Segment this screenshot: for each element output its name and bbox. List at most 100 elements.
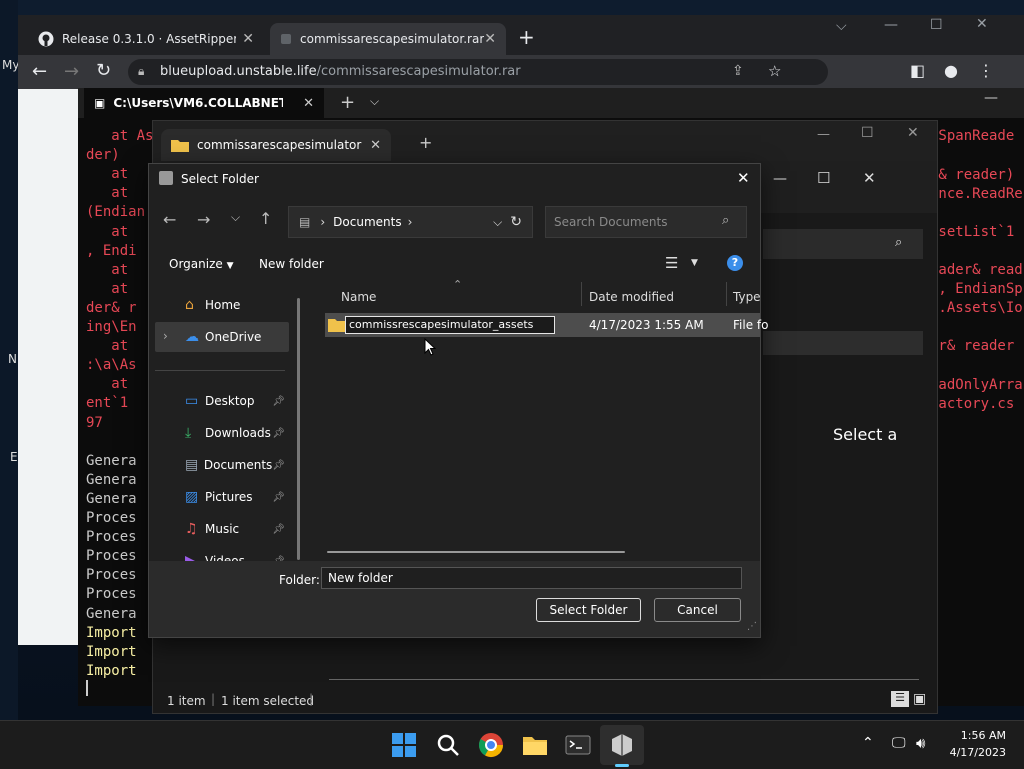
minimize-icon[interactable]: — <box>884 17 898 33</box>
close-icon[interactable]: ✕ <box>976 16 988 32</box>
chevron-up-icon[interactable]: ⌃ <box>862 735 874 751</box>
chevron-down-icon[interactable]: ⌵ <box>370 94 379 109</box>
nav-item-label: Music <box>205 522 240 536</box>
maximize-icon[interactable]: ☐ <box>861 125 874 141</box>
close-icon[interactable]: ✕ <box>737 169 750 187</box>
profile-icon[interactable]: ● <box>944 61 958 80</box>
new-tab-icon[interactable]: + <box>340 92 355 113</box>
star-icon[interactable]: ☆ <box>768 62 781 80</box>
maximize-icon[interactable]: ☐ <box>817 169 830 187</box>
column-divider[interactable] <box>726 282 727 306</box>
chevron-down-icon[interactable]: ⌵ <box>231 210 240 225</box>
nav-item-documents[interactable]: ▤ Documents 📌︎ <box>155 450 289 480</box>
terminal-line: r.Assets\Io <box>930 300 1023 316</box>
windows-start-icon[interactable] <box>390 731 418 759</box>
nav-item-label: Home <box>205 298 241 312</box>
search-input[interactable]: Search Documents ⌕ <box>545 206 747 238</box>
refresh-icon[interactable]: ↻ <box>510 214 522 230</box>
browser-tab-github[interactable]: Release 0.3.1.0 · AssetRipper/AssetRippe… <box>28 23 264 55</box>
rename-input[interactable]: commissrescapesimulator_assets <box>345 316 555 334</box>
file-explorer-icon[interactable] <box>521 731 549 759</box>
terminal-line: at As <box>86 128 154 144</box>
folder-input[interactable]: New folder <box>321 567 742 589</box>
mouse-cursor-icon <box>424 338 436 356</box>
new-folder-button[interactable]: New folder <box>259 257 324 271</box>
close-icon[interactable]: ✕ <box>484 31 496 47</box>
address-breadcrumb[interactable]: ▤ › Documents › ⌵ ↻ <box>288 206 533 238</box>
close-icon[interactable]: ✕ <box>907 125 919 141</box>
column-divider[interactable] <box>581 282 582 306</box>
chevron-down-icon[interactable]: ▼ <box>691 258 698 268</box>
view-options-icon[interactable]: ☰ <box>665 254 678 272</box>
breadcrumb-documents[interactable]: Documents <box>333 215 401 229</box>
forward-icon[interactable]: → <box>197 210 210 229</box>
nav-item-label: Pictures <box>205 490 253 504</box>
tiles-view-icon[interactable]: ▣ <box>913 691 926 707</box>
table-row[interactable]: commissrescapesimulator_assets 4/17/2023… <box>325 313 768 337</box>
column-name[interactable]: Name <box>341 290 376 304</box>
new-tab-icon[interactable]: + <box>518 25 535 49</box>
close-icon[interactable]: ✕ <box>303 96 314 111</box>
horizontal-scrollbar[interactable] <box>327 551 625 553</box>
share-icon[interactable]: ⇪ <box>732 63 744 79</box>
explorer-tab[interactable]: commissarescapesimulator ✕ <box>161 129 391 161</box>
reload-icon[interactable]: ↻ <box>96 60 111 81</box>
pictures-icon: ▨ <box>185 489 199 505</box>
column-date[interactable]: Date modified <box>589 290 674 304</box>
dialog-navbar: ← → ⌵ ↑ ▤ › Documents › ⌵ ↻ Search Docum… <box>149 202 760 242</box>
select-folder-button[interactable]: Select Folder <box>536 598 641 622</box>
back-icon[interactable]: ← <box>163 210 176 229</box>
nav-scrollbar[interactable] <box>297 298 300 560</box>
close-icon[interactable]: ✕ <box>863 169 876 187</box>
desktop-icon: ▭ <box>185 393 199 409</box>
explorer-scrollbar[interactable] <box>329 679 919 680</box>
sidepanel-icon[interactable]: ◧ <box>910 61 925 80</box>
search-icon[interactable] <box>434 731 462 759</box>
cancel-button[interactable]: Cancel <box>654 598 741 622</box>
resize-grip-icon[interactable]: ⋰ <box>747 621 757 632</box>
minimize-icon[interactable]: — <box>817 127 830 142</box>
terminal-tab[interactable]: ▣ C:\Users\VM6.COLLABNET\Documents ✕ <box>84 88 324 118</box>
terminal-line: ence.ReadRe <box>930 186 1023 202</box>
new-tab-icon[interactable]: + <box>419 133 432 152</box>
clock-time[interactable]: 1:56 AM <box>944 729 1006 742</box>
up-icon[interactable]: ↑ <box>259 209 272 228</box>
nav-item-onedrive[interactable]: › ☁ OneDrive <box>155 322 289 352</box>
documents-icon: ▤ <box>185 457 199 473</box>
volume-icon[interactable]: 🔊︎ <box>916 734 925 752</box>
maximize-icon[interactable]: ☐ <box>930 17 943 33</box>
help-icon[interactable]: ? <box>727 255 743 271</box>
details-view-icon[interactable]: ☰ <box>891 691 909 707</box>
organize-button[interactable]: Organize ▼ <box>169 257 234 271</box>
assetripper-icon[interactable] <box>608 731 636 759</box>
terminal-line: Proces <box>86 510 137 526</box>
terminal-icon[interactable] <box>564 731 592 759</box>
menu-icon[interactable]: ⋮ <box>978 61 994 80</box>
minimize-icon[interactable]: — <box>773 171 787 187</box>
nav-item-downloads[interactable]: ⤓ Downloads 📌︎ <box>155 418 289 448</box>
search-icon: ⌕ <box>722 213 730 228</box>
forward-icon[interactable]: → <box>64 61 79 82</box>
chevron-right-icon[interactable]: › <box>408 215 413 229</box>
nav-item-home[interactable]: ⌂ Home <box>155 290 289 320</box>
minimize-icon[interactable]: — <box>984 90 998 106</box>
close-icon[interactable]: ✕ <box>370 138 381 153</box>
network-icon[interactable]: 🖵︎ <box>892 735 906 751</box>
clock-date[interactable]: 4/17/2023 <box>944 746 1006 759</box>
nav-item-pictures[interactable]: ▨ Pictures 📌︎ <box>155 482 289 512</box>
back-icon[interactable]: ← <box>32 61 47 82</box>
desktop-label: My <box>2 58 20 72</box>
address-bar[interactable]: 🔒︎ blueupload.unstable.life/commissaresc… <box>128 59 828 85</box>
chevron-down-icon[interactable]: ⌵ <box>493 215 502 230</box>
nav-item-music[interactable]: ♫ Music 📌︎ <box>155 514 289 544</box>
browser-tab-rar[interactable]: commissarescapesimulator.rar ✕ <box>270 23 506 55</box>
chrome-icon[interactable] <box>477 731 505 759</box>
close-icon[interactable]: ✕ <box>242 31 254 47</box>
tab-title: commissarescapesimulator <box>197 138 362 152</box>
lock-icon: 🔒︎ <box>138 64 145 78</box>
explorer-search[interactable]: ⌕ <box>763 229 923 259</box>
chevron-down-icon[interactable]: ⌵ <box>836 18 847 34</box>
nav-item-desktop[interactable]: ▭ Desktop 📌︎ <box>155 386 289 416</box>
column-type[interactable]: Type <box>733 290 761 304</box>
chevron-right-icon[interactable]: › <box>163 329 168 343</box>
